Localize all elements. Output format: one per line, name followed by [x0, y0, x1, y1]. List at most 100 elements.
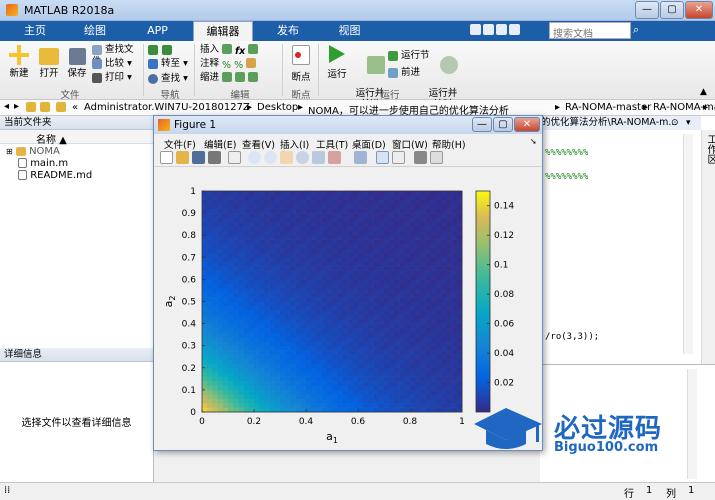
dock-figure-icon[interactable] [430, 151, 443, 164]
expand-icon[interactable]: ⊞ [6, 147, 13, 156]
heatmap-cell [316, 354, 322, 360]
tab-publish[interactable]: 发布 [262, 21, 314, 41]
open-button[interactable]: 打开 [34, 45, 64, 79]
figure-minimize-button[interactable]: — [472, 117, 492, 132]
indent-button[interactable]: 缩进 [200, 72, 219, 84]
path-separator[interactable]: ▸ [703, 102, 708, 113]
heatmap-cell [326, 230, 333, 236]
zoom-in-icon[interactable] [248, 151, 261, 164]
back-icon[interactable] [148, 45, 158, 55]
name-column-header[interactable]: 名称 ▲ [0, 130, 153, 146]
insert-section-icon[interactable] [222, 44, 232, 54]
heatmap-cell [446, 354, 452, 360]
path-separator[interactable]: ▸ [643, 102, 648, 113]
tab-apps[interactable]: APP [130, 21, 185, 41]
rotate-icon[interactable] [296, 151, 309, 164]
breakpoints-button[interactable]: 断点 [286, 45, 316, 83]
legend-toggle-icon[interactable] [392, 151, 405, 164]
undo-quick-icon[interactable] [496, 24, 507, 35]
workspace-tab[interactable]: 工作区 [703, 134, 715, 164]
decrease-indent-icon[interactable] [248, 72, 259, 82]
colorbar[interactable] [475, 190, 491, 413]
path-segment[interactable]: « [72, 102, 78, 113]
path-separator[interactable]: ▸ [247, 102, 252, 113]
help-quick-icon[interactable] [509, 24, 520, 35]
editor-expand-icon[interactable]: ▾ [686, 118, 691, 128]
path-separator[interactable]: ▸ [298, 102, 303, 113]
heatmap-cell [321, 270, 328, 276]
save-quick-icon[interactable] [470, 24, 481, 35]
find-button[interactable]: 查找 ▾ [148, 73, 194, 85]
figure-maximize-button[interactable]: ▢ [493, 117, 513, 132]
heatmap-cell [300, 239, 307, 245]
path-segment[interactable]: Administrator.WIN7U-20180127Z [84, 102, 250, 113]
cut-quick-icon[interactable] [483, 24, 494, 35]
goto-button[interactable]: 转至 ▾ [148, 58, 194, 70]
open-file-icon[interactable] [176, 151, 189, 164]
close-button[interactable]: ✕ [685, 1, 713, 19]
heatmap-cell [248, 257, 255, 263]
heatmap-cell [384, 288, 390, 293]
colorbar-toggle-icon[interactable] [376, 151, 389, 164]
path-separator[interactable]: ▸ [555, 102, 560, 113]
pan-icon[interactable] [280, 151, 293, 164]
link-plot-icon[interactable] [354, 151, 367, 164]
menu-dock-icon[interactable]: ➘ [530, 137, 537, 146]
code-line[interactable]: %%%%%%%% [545, 172, 588, 182]
insert-more-icon[interactable] [248, 44, 259, 54]
print-figure-icon[interactable] [208, 151, 221, 164]
heatmap-cell [285, 248, 291, 254]
new-figure-icon[interactable] [160, 151, 173, 164]
save-figure-icon[interactable] [192, 151, 205, 164]
heatmap-cell [399, 266, 406, 271]
compare-button[interactable]: 比较 ▾ [92, 58, 142, 70]
collapse-ribbon-icon[interactable]: ▲ [700, 87, 707, 97]
comment-button[interactable]: 注释 [200, 58, 219, 70]
new-button[interactable]: 新建 [4, 45, 34, 79]
minimize-button[interactable]: — [635, 1, 659, 19]
figure-close-button[interactable]: ✕ [514, 117, 540, 132]
editor-scrollbar[interactable] [683, 134, 693, 354]
heatmap-cell [430, 319, 437, 324]
zoom-out-icon[interactable] [264, 151, 277, 164]
smart-indent-icon[interactable] [222, 72, 232, 82]
save-button[interactable]: 保存 [62, 45, 92, 79]
list-item[interactable]: main.m [18, 158, 68, 169]
list-item[interactable]: ⊞ NOMA [6, 146, 60, 157]
forward-icon[interactable] [161, 45, 172, 55]
forward-nav-icon[interactable]: ▸ [14, 101, 19, 112]
run-button[interactable]: 运行 [322, 45, 352, 80]
tab-view[interactable]: 视图 [322, 21, 377, 41]
fx-icon[interactable]: fx [235, 46, 245, 57]
back-nav-icon[interactable]: ◂ [4, 101, 9, 112]
wrap-comment-icon[interactable] [246, 58, 257, 68]
insert-button[interactable]: 插入 [200, 44, 219, 56]
brush-icon[interactable] [328, 151, 341, 164]
percent-block-icon[interactable]: % [234, 60, 243, 71]
maximize-button[interactable]: ▢ [660, 1, 684, 19]
heatmap-cell [217, 372, 224, 377]
print-button[interactable]: 打印 ▾ [92, 72, 142, 84]
path-segment[interactable]: RA-NOMA-master [565, 102, 651, 113]
folder-up-icon[interactable] [26, 102, 36, 112]
increase-indent-icon[interactable] [235, 72, 246, 82]
tab-plots[interactable]: 绘图 [70, 21, 120, 41]
tab-home[interactable]: 主页 [10, 21, 60, 41]
heatmap-cell [202, 292, 208, 298]
percent-icon[interactable]: % [222, 60, 231, 71]
edit-plot-icon[interactable] [228, 151, 241, 164]
browse-folder-icon[interactable] [56, 102, 66, 112]
heatmap-cell [394, 376, 400, 382]
folder-icon[interactable] [40, 102, 50, 112]
code-line[interactable]: /ro(3,3)); [545, 332, 599, 342]
tab-editor[interactable]: 编辑器 [193, 21, 253, 41]
heatmap-cell [311, 297, 317, 302]
hide-tools-icon[interactable] [414, 151, 427, 164]
search-documentation-input[interactable]: 搜索文档 [549, 22, 631, 40]
search-icon[interactable]: ⌕ [633, 23, 647, 37]
code-line[interactable]: %%%%%%%% [545, 148, 588, 158]
path-segment[interactable]: Desktop [257, 102, 298, 113]
data-cursor-icon[interactable] [312, 151, 325, 164]
editor-dropdown-icon[interactable]: ⊙ [671, 118, 679, 128]
list-item[interactable]: README.md [18, 170, 92, 181]
